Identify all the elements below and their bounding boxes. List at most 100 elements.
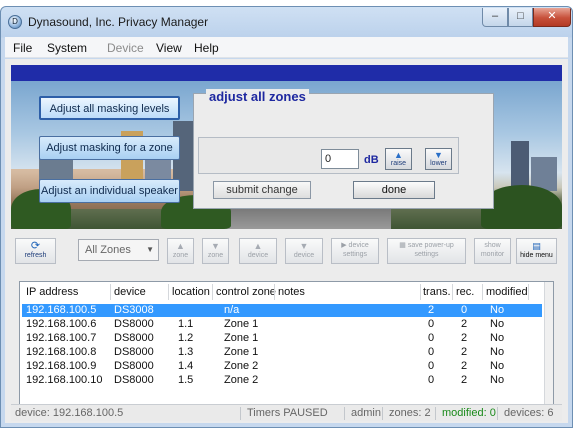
cell-modified: No (490, 304, 505, 316)
window-title: Dynasound, Inc. Privacy Manager (28, 15, 209, 29)
cell-zone: Zone 1 (224, 332, 259, 344)
status-modified: modified: 0 (442, 407, 496, 419)
cell-ip: 192.168.100.9 (26, 360, 97, 372)
done-button[interactable]: done (353, 181, 435, 199)
column-header[interactable]: trans. (423, 286, 451, 298)
column-header[interactable]: rec. (456, 286, 474, 298)
status-bar: device: 192.168.100.5 Timers PAUSED admi… (11, 404, 562, 421)
arrow-down-icon: ▼ (299, 241, 309, 251)
cell-rec: 2 (461, 374, 468, 386)
status-timers: Timers PAUSED (247, 407, 328, 419)
menu-view[interactable]: View (156, 41, 182, 55)
cell-location: 1.1 (178, 318, 194, 330)
save-powerup-button[interactable]: ▦ save power-up settings (387, 238, 466, 264)
close-button[interactable]: ✕ (533, 8, 571, 27)
chevron-down-icon: ▼ (146, 245, 154, 254)
device-settings-button[interactable]: ▶ device settings (331, 238, 379, 264)
save-icon: ▦ (399, 242, 406, 249)
cell-rec: 2 (461, 346, 468, 358)
cell-rec: 2 (461, 332, 468, 344)
status-devices: devices: 6 (504, 407, 554, 419)
hide-menu-button[interactable]: ▤ hide menu (516, 238, 557, 264)
table-row[interactable]: 192.168.100.9 DS8000 1.4 Zone 2 0 2 No (22, 360, 542, 373)
column-header[interactable]: IP address (26, 286, 78, 298)
refresh-icon: ⟳ (30, 240, 41, 252)
adjust-speaker-button[interactable]: Adjust an individual speaker (39, 179, 180, 203)
cell-trans: 0 (428, 360, 435, 372)
status-zones: zones: 2 (389, 407, 431, 419)
menu-help[interactable]: Help (194, 41, 219, 55)
cell-ip: 192.168.100.5 (26, 304, 97, 316)
device-up-button[interactable]: ▲ device (239, 238, 277, 264)
cell-modified: No (490, 374, 505, 386)
cell-trans: 0 (428, 318, 435, 330)
refresh-button[interactable]: ⟳ refresh (15, 238, 56, 264)
play-icon: ▶ (341, 242, 347, 249)
zone-down-button[interactable]: ▼ zone (202, 238, 229, 264)
cell-zone: Zone 1 (224, 346, 259, 358)
main-content: Adjust all masking levels Adjust masking… (5, 59, 568, 423)
cell-location: 1.5 (178, 374, 194, 386)
cell-rec: 0 (461, 304, 468, 316)
column-header[interactable]: modified (486, 286, 528, 298)
show-monitor-button[interactable]: show monitor (474, 238, 511, 264)
cell-ip: 192.168.100.8 (26, 346, 97, 358)
cell-ip: 192.168.100.6 (26, 318, 97, 330)
menu-system[interactable]: System (47, 41, 87, 55)
table-row[interactable]: 192.168.100.10 DS8000 1.5 Zone 2 0 2 No (22, 374, 542, 387)
device-down-button[interactable]: ▼ device (285, 238, 323, 264)
cell-location: 1.4 (178, 360, 194, 372)
vertical-scrollbar[interactable] (544, 282, 553, 420)
table-row[interactable]: 192.168.100.5 DS3008 n/a 2 0 No (22, 304, 542, 317)
column-header[interactable]: control zone (216, 286, 276, 298)
db-unit-label: dB (364, 154, 379, 166)
column-header[interactable]: notes (278, 286, 305, 298)
submit-change-button[interactable]: submit change (213, 181, 311, 199)
cell-modified: No (490, 360, 505, 372)
arrow-up-icon: ▲ (253, 241, 263, 251)
adjust-all-masking-button[interactable]: Adjust all masking levels (39, 96, 180, 120)
status-user: admin (351, 407, 381, 419)
cell-ip: 192.168.100.10 (26, 374, 103, 386)
table-row[interactable]: 192.168.100.6 DS8000 1.1 Zone 1 0 2 No (22, 318, 542, 331)
minimize-button[interactable]: – (482, 8, 508, 27)
title-bar: D Dynasound, Inc. Privacy Manager – □ ✕ (1, 7, 572, 37)
column-header[interactable]: location (172, 286, 210, 298)
cell-device: DS8000 (114, 318, 154, 330)
cell-rec: 2 (461, 360, 468, 372)
zone-filter-select[interactable]: All Zones ▼ (78, 239, 159, 261)
arrow-down-icon: ▼ (434, 150, 443, 160)
cell-modified: No (490, 346, 505, 358)
cell-zone: Zone 2 (224, 360, 259, 372)
table-row[interactable]: 192.168.100.8 DS8000 1.3 Zone 1 0 2 No (22, 346, 542, 359)
cell-trans: 0 (428, 374, 435, 386)
column-header[interactable]: device (114, 286, 146, 298)
menu-icon: ▤ (532, 241, 541, 251)
cell-device: DS8000 (114, 374, 154, 386)
menu-file[interactable]: File (13, 41, 32, 55)
cell-zone: Zone 1 (224, 318, 259, 330)
menu-device[interactable]: Device (107, 41, 144, 55)
table-row[interactable]: 192.168.100.7 DS8000 1.2 Zone 1 0 2 No (22, 332, 542, 345)
cell-trans: 0 (428, 346, 435, 358)
cell-device: DS8000 (114, 346, 154, 358)
cell-zone: n/a (224, 304, 240, 316)
db-level-input[interactable]: 0 (321, 149, 359, 169)
zone-up-button[interactable]: ▲ zone (167, 238, 194, 264)
adjust-zone-masking-button[interactable]: Adjust masking for a zone (39, 136, 180, 160)
cell-device: DS8000 (114, 332, 154, 344)
lower-button[interactable]: ▼ lower (425, 148, 452, 170)
cell-location: 1.2 (178, 332, 194, 344)
maximize-button[interactable]: □ (508, 8, 533, 27)
lower-label: lower (430, 160, 447, 167)
raise-label: raise (390, 160, 407, 167)
menu-bar: File System Device View Help (5, 37, 568, 58)
raise-button[interactable]: ▲ raise (385, 148, 412, 170)
app-window: D Dynasound, Inc. Privacy Manager – □ ✕ … (0, 6, 573, 428)
cell-device: DS3008 (114, 304, 154, 316)
cell-zone: Zone 2 (224, 374, 259, 386)
cell-modified: No (490, 332, 505, 344)
cell-trans: 2 (428, 304, 435, 316)
arrow-up-icon: ▲ (176, 241, 185, 251)
app-icon: D (8, 15, 22, 29)
